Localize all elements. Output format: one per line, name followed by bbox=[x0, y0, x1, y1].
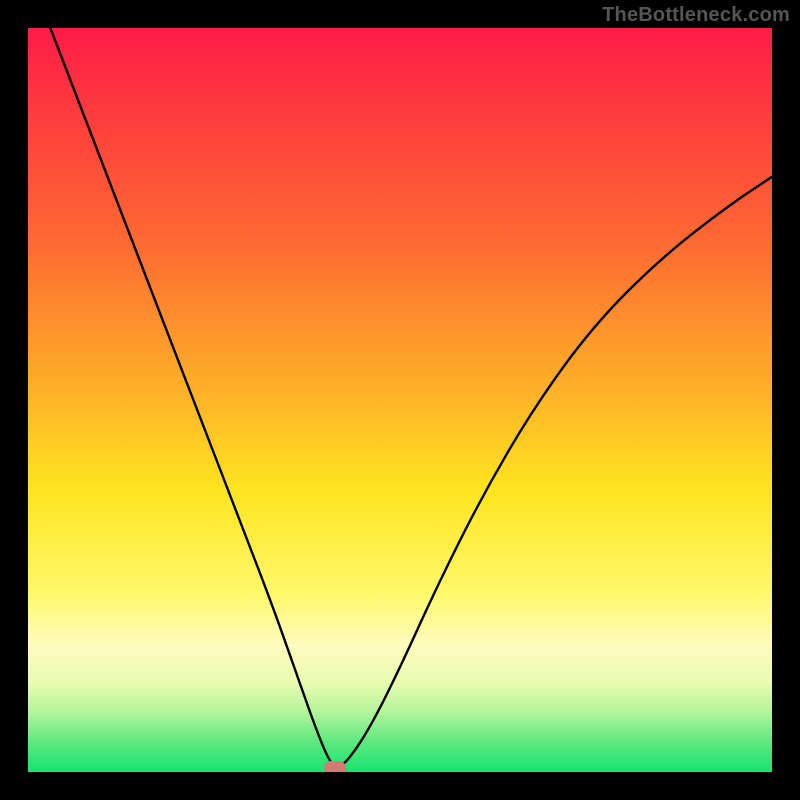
plot-area bbox=[28, 28, 772, 772]
watermark-text: TheBottleneck.com bbox=[602, 4, 790, 27]
outer-frame: TheBottleneck.com bbox=[0, 0, 800, 800]
optimal-point-marker bbox=[324, 761, 346, 772]
bottleneck-curve bbox=[28, 28, 772, 772]
